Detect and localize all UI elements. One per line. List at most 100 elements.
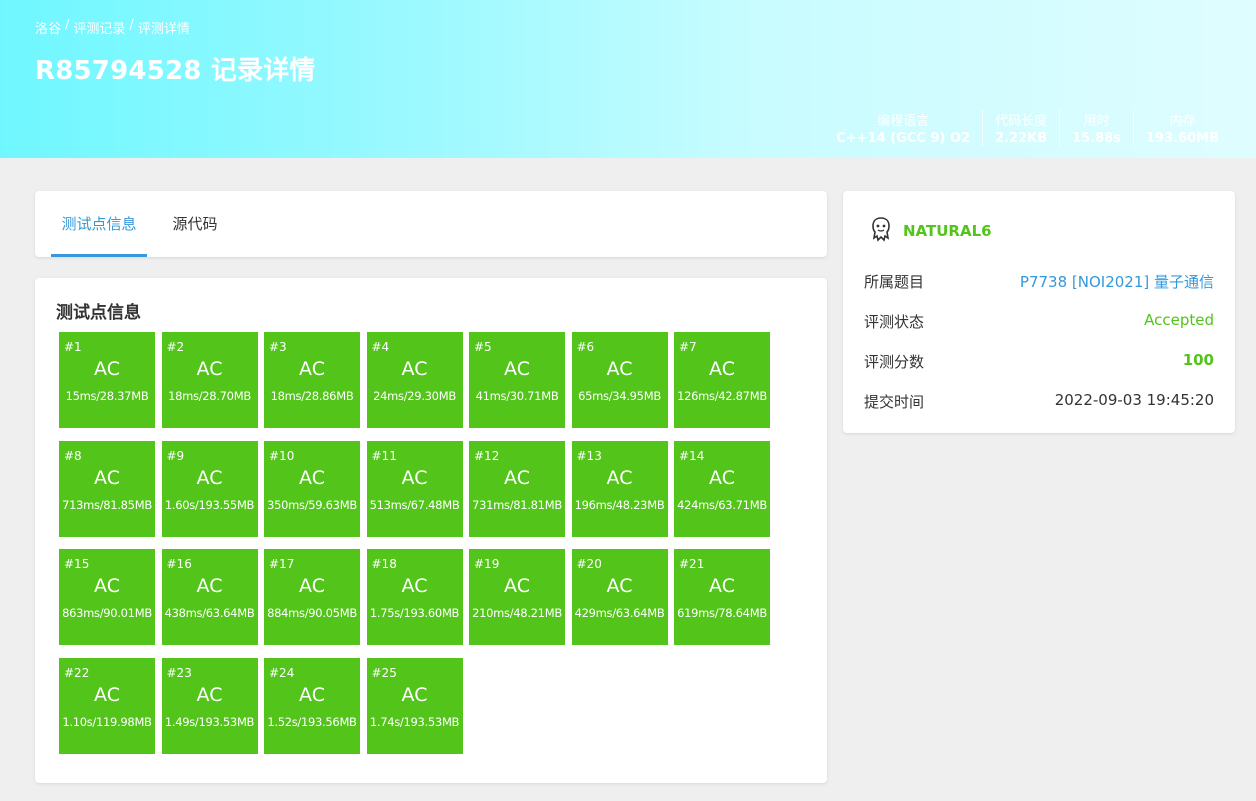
stat-value: 2.22KB [995, 131, 1048, 146]
testcase-id: #8 [64, 448, 82, 463]
testcase-tile[interactable]: #2 AC 18ms/28.70MB [161, 332, 258, 428]
breadcrumb-home[interactable]: 洛谷 [35, 18, 61, 37]
testcase-id: #6 [576, 340, 595, 354]
tab-testcases[interactable]: 测试点信息 [51, 191, 147, 257]
stat-language: 编程语言 C++14 (GCC 9) O2 [824, 110, 984, 146]
stat-value: 193.60MB [1145, 131, 1219, 146]
record-info-card: NATURAL6 所属题目 P7738 [NOI2021] 量子通信 评测状态 … [843, 191, 1235, 433]
breadcrumb: 洛谷 / 评测记录 / 评测详情 [35, 18, 190, 37]
testcase-status: AC [709, 466, 735, 489]
info-label: 评测状态 [864, 313, 925, 331]
testcase-detail: 438ms/63.64MB [164, 606, 255, 620]
breadcrumb-separator: / [65, 18, 70, 33]
user-row: NATURAL6 [869, 216, 992, 246]
testcase-detail: 513ms/67.48MB [369, 497, 460, 512]
testcase-status: AC [94, 683, 120, 706]
submit-time-value: 2022-09-03 19:45:20 [1054, 391, 1214, 409]
breadcrumb-records[interactable]: 评测记录 [73, 18, 125, 37]
testcase-tile[interactable]: #24 AC 1.52s/193.56MB [264, 657, 360, 754]
testcase-id: #20 [576, 557, 602, 571]
testcase-status: AC [196, 575, 223, 597]
page-header: 洛谷 / 评测记录 / 评测详情 R85794528 记录详情 编程语言 C++… [0, 0, 1256, 158]
testcase-tile[interactable]: #1 AC 15ms/28.37MB [59, 332, 155, 428]
testcase-id: #7 [679, 340, 697, 354]
stat-memory: 内存 193.60MB [1134, 110, 1231, 146]
testcase-tile[interactable]: #14 AC 424ms/63.71MB [674, 440, 770, 537]
testcase-detail: 350ms/59.63MB [267, 497, 357, 512]
breadcrumb-separator: / [129, 18, 134, 33]
testcase-id: #25 [371, 665, 397, 680]
testcase-id: #15 [64, 557, 90, 571]
testcase-tile[interactable]: #17 AC 884ms/90.05MB [264, 549, 360, 645]
status-value: Accepted [1144, 311, 1214, 329]
testcase-status: AC [606, 358, 633, 380]
testcase-tile[interactable]: #15 AC 863ms/90.01MB [59, 549, 155, 645]
testcase-id: #1 [64, 340, 82, 354]
testcase-id: #21 [679, 557, 705, 571]
testcase-tile[interactable]: #6 AC 65ms/34.95MB [571, 332, 668, 428]
page-title: R85794528 记录详情 [35, 56, 316, 86]
testcase-id: #10 [269, 448, 295, 463]
testcase-tile[interactable]: #16 AC 438ms/63.64MB [161, 549, 258, 645]
problem-link[interactable]: P7738 [NOI2021] 量子通信 [1020, 271, 1214, 292]
testcase-detail: 24ms/29.30MB [373, 389, 456, 403]
testcase-detail: 424ms/63.71MB [677, 497, 767, 512]
testcase-tile[interactable]: #11 AC 513ms/67.48MB [366, 440, 463, 537]
testcase-tile[interactable]: #12 AC 731ms/81.81MB [469, 440, 565, 537]
info-row-status: 评测状态 Accepted [864, 311, 1214, 332]
testcase-status: AC [196, 358, 223, 380]
testcase-status: AC [504, 466, 530, 489]
info-label: 评测分数 [864, 353, 925, 371]
testcase-detail: 18ms/28.86MB [270, 389, 354, 403]
info-label: 所属题目 [864, 273, 925, 291]
testcase-tile[interactable]: #5 AC 41ms/30.71MB [469, 332, 565, 428]
testcase-tile[interactable]: #10 AC 350ms/59.63MB [264, 440, 360, 537]
testcase-detail: 18ms/28.70MB [168, 389, 251, 403]
testcase-id: #4 [371, 340, 390, 354]
testcase-id: #18 [371, 557, 397, 571]
testcases-title: 测试点信息 [56, 303, 141, 323]
testcase-status: AC [504, 575, 530, 597]
testcase-id: #13 [576, 448, 602, 463]
testcase-grid: #1 AC 15ms/28.37MB #2 AC 18ms/28.70MB #3 AC 18ms… [59, 332, 770, 754]
testcase-status: AC [401, 358, 428, 380]
testcase-detail: 1.75s/193.60MB [369, 606, 460, 620]
testcase-detail: 1.10s/119.98MB [62, 714, 152, 729]
testcase-tile[interactable]: #13 AC 196ms/48.23MB [571, 440, 668, 537]
testcase-detail: 884ms/90.05MB [267, 606, 357, 620]
avatar-icon[interactable] [869, 216, 893, 246]
testcase-tile[interactable]: #20 AC 429ms/63.64MB [571, 549, 668, 645]
testcase-tile[interactable]: #25 AC 1.74s/193.53MB [366, 657, 463, 754]
score-value: 100 [1182, 351, 1214, 369]
testcase-id: #24 [269, 665, 295, 680]
testcase-id: #5 [474, 340, 492, 354]
testcase-status: AC [299, 575, 325, 597]
testcase-detail: 210ms/48.21MB [472, 606, 562, 620]
tab-source-code[interactable]: 源代码 [163, 191, 227, 257]
testcase-tile[interactable]: #18 AC 1.75s/193.60MB [366, 549, 463, 645]
testcase-detail: 429ms/63.64MB [574, 606, 665, 620]
testcase-status: AC [94, 575, 120, 597]
testcase-status: AC [299, 466, 325, 489]
testcase-id: #2 [166, 340, 185, 354]
testcase-id: #22 [64, 665, 90, 680]
testcase-tile[interactable]: #19 AC 210ms/48.21MB [469, 549, 565, 645]
testcase-detail: 1.74s/193.53MB [369, 714, 460, 729]
testcase-tile[interactable]: #8 AC 713ms/81.85MB [59, 440, 155, 537]
testcase-tile[interactable]: #21 AC 619ms/78.64MB [674, 549, 770, 645]
testcase-tile[interactable]: #23 AC 1.49s/193.53MB [161, 657, 258, 754]
testcase-detail: 1.49s/193.53MB [164, 714, 255, 729]
testcase-tile[interactable]: #22 AC 1.10s/119.98MB [59, 657, 155, 754]
testcase-tile[interactable]: #3 AC 18ms/28.86MB [264, 332, 360, 428]
testcase-tile[interactable]: #4 AC 24ms/29.30MB [366, 332, 463, 428]
testcase-detail: 65ms/34.95MB [578, 389, 661, 403]
testcase-detail: 619ms/78.64MB [677, 606, 767, 620]
user-name[interactable]: NATURAL6 [903, 222, 992, 240]
info-row-submit-time: 提交时间 2022-09-03 19:45:20 [864, 391, 1214, 412]
stat-value: C++14 (GCC 9) O2 [836, 131, 971, 146]
testcase-status: AC [709, 575, 735, 597]
testcase-tile[interactable]: #7 AC 126ms/42.87MB [674, 332, 770, 428]
stat-label: 编程语言 [877, 114, 930, 129]
testcase-tile[interactable]: #9 AC 1.60s/193.55MB [161, 440, 258, 537]
testcase-detail: 731ms/81.81MB [472, 497, 562, 512]
